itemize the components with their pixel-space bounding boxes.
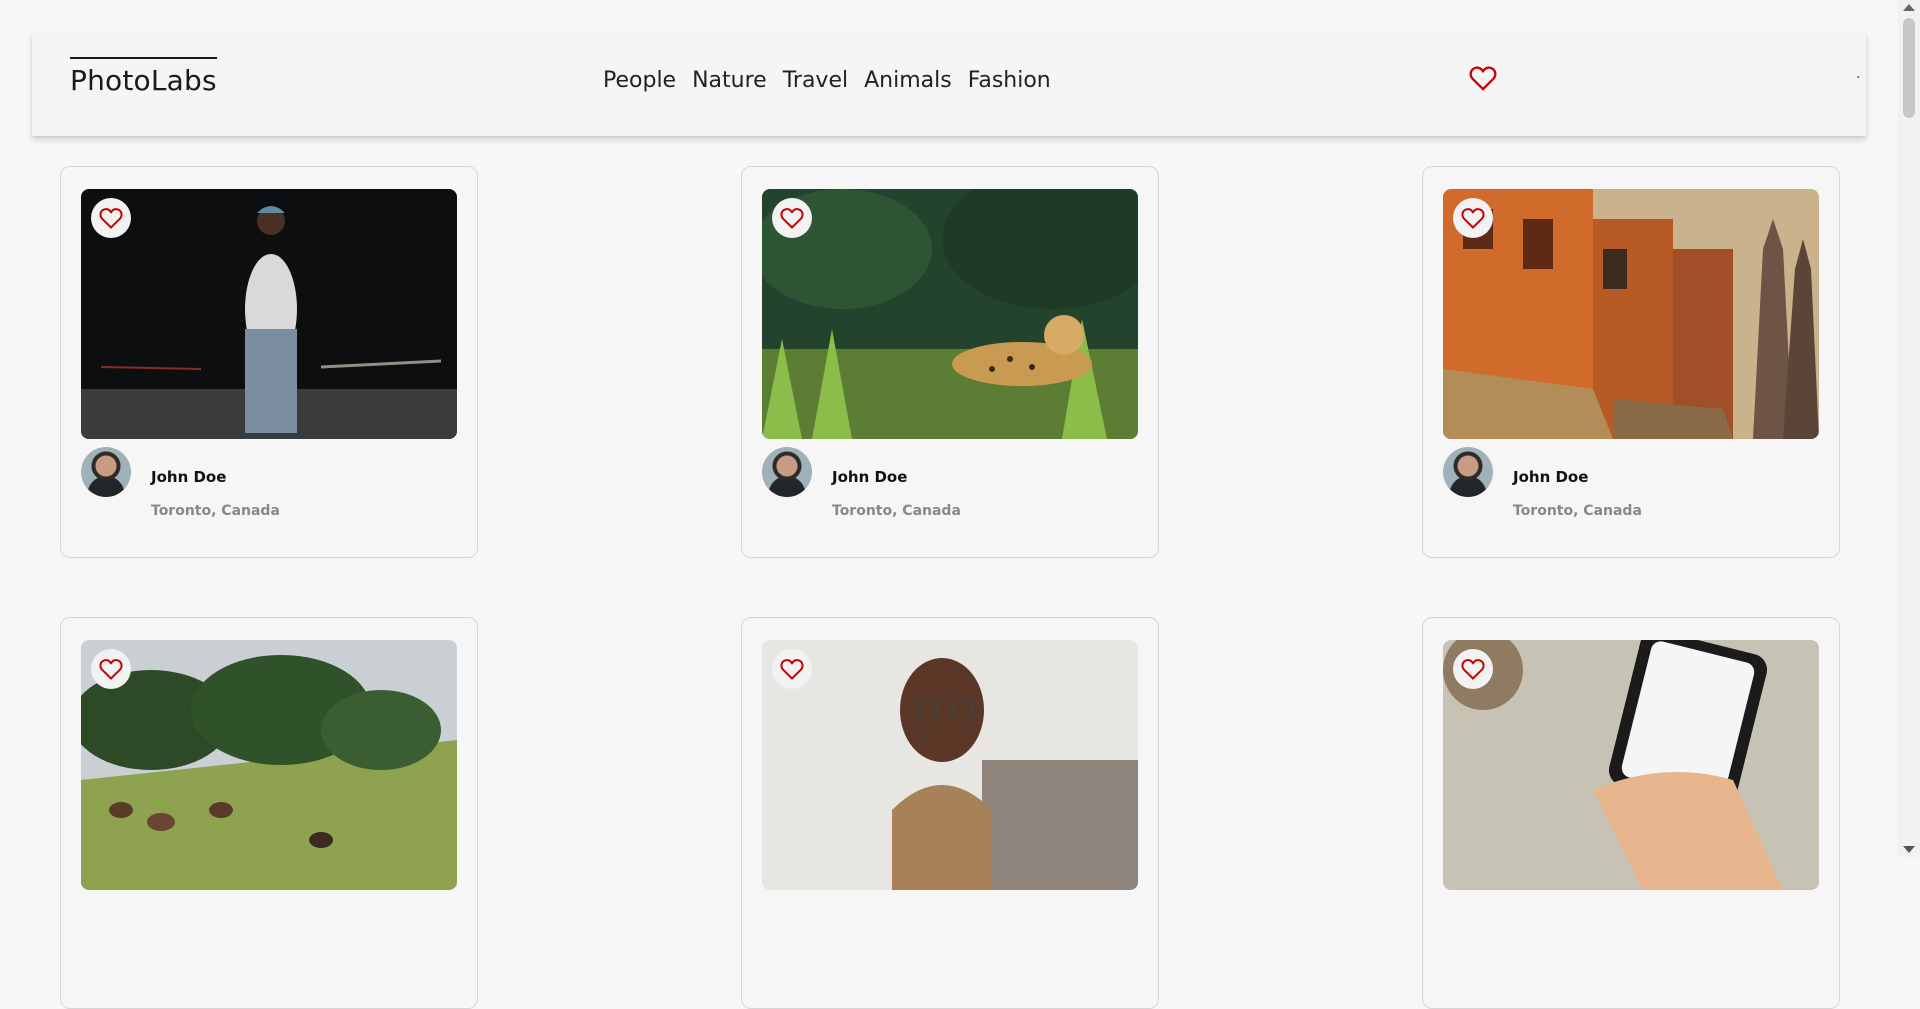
photo-card[interactable] [60,617,478,1009]
user-name: John Doe [832,468,908,486]
user-location: Toronto, Canada [1513,503,1642,519]
heart-outline-icon [99,659,123,680]
photo-card[interactable]: John Doe Toronto, Canada [741,166,1159,558]
photo-image[interactable] [81,189,457,439]
user-location: Toronto, Canada [151,503,280,519]
topic-animals[interactable]: Animals [864,68,952,93]
photo-card[interactable]: John Doe Toronto, Canada [1422,166,1840,558]
favorite-button[interactable] [1453,198,1493,238]
user-avatar [81,447,131,497]
scroll-up-arrow-icon[interactable] [1903,4,1915,11]
notification-dot: . [1856,66,1861,82]
heart-outline-icon [780,208,804,229]
heart-outline-icon [1461,208,1485,229]
photo-image[interactable] [1443,189,1819,439]
favorites-nav-icon[interactable] [1469,65,1497,91]
favorite-button[interactable] [91,649,131,689]
photo-image[interactable] [762,640,1138,890]
topic-nature[interactable]: Nature [692,68,767,93]
favorite-button[interactable] [772,198,812,238]
photo-card[interactable]: John Doe Toronto, Canada [60,166,478,558]
topic-list: People Nature Travel Animals Fashion [603,68,1051,93]
heart-outline-icon [99,208,123,229]
favorite-button[interactable] [91,198,131,238]
user-location: Toronto, Canada [832,503,961,519]
heart-outline-icon [780,659,804,680]
user-avatar [762,447,812,497]
user-name: John Doe [151,468,227,486]
top-nav-bar: PhotoLabs People Nature Travel Animals F… [32,32,1866,136]
user-avatar [1443,447,1493,497]
photo-image[interactable] [762,189,1138,439]
scroll-thumb[interactable] [1903,18,1915,118]
heart-outline-icon [1461,659,1485,680]
page-scrollbar[interactable] [1898,0,1920,857]
photo-image[interactable] [81,640,457,890]
topic-people[interactable]: People [603,68,676,93]
topic-travel[interactable]: Travel [783,68,848,93]
logo[interactable]: PhotoLabs [70,57,217,97]
favorite-button[interactable] [772,649,812,689]
user-name: John Doe [1513,468,1589,486]
photo-card[interactable] [741,617,1159,1009]
favorite-button[interactable] [1453,649,1493,689]
topic-fashion[interactable]: Fashion [968,68,1051,93]
scroll-down-arrow-icon[interactable] [1903,846,1915,853]
photo-card[interactable] [1422,617,1840,1009]
photo-image[interactable] [1443,640,1819,890]
heart-outline-icon [1469,66,1497,91]
